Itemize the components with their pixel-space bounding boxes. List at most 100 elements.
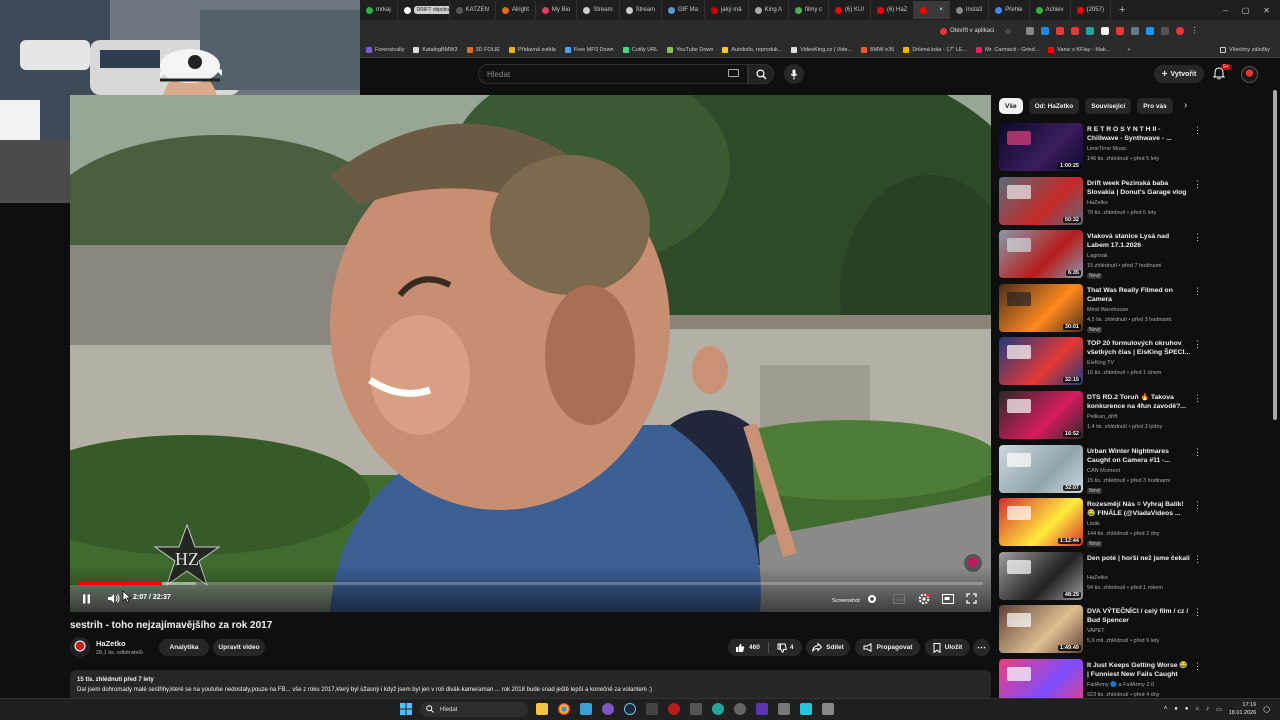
progress-bar[interactable] <box>78 582 983 585</box>
page-scrollbar[interactable] <box>1272 60 1278 420</box>
browser-tab[interactable]: filmy c <box>789 1 829 19</box>
recommendation-channel[interactable]: Pelikan_drift <box>1087 414 1117 420</box>
share-button[interactable]: Sdílet <box>806 639 850 656</box>
volume-icon[interactable] <box>107 593 120 604</box>
extension-icon[interactable] <box>1040 27 1049 35</box>
more-vertical-icon[interactable]: ⋮ <box>1193 125 1202 136</box>
channel-name[interactable]: HaZetko <box>96 639 126 648</box>
video-thumbnail[interactable]: 30:01 <box>999 283 1083 332</box>
voice-search-button[interactable] <box>784 64 804 84</box>
recommendation-title[interactable]: DTS RD.2 Toruň 🔥 Takova konkurence na 4f… <box>1087 393 1191 411</box>
bookmark-item[interactable]: 3D FOLIE <box>466 46 500 53</box>
bookmark-item[interactable]: BMW e36 <box>861 46 894 53</box>
video-thumbnail[interactable]: 1:49:49 <box>999 605 1083 654</box>
app-icon[interactable] <box>580 703 592 715</box>
extension-icon[interactable] <box>1115 27 1124 35</box>
recommendation-title[interactable]: Urban Winter Nightmares Caught on Camera… <box>1087 447 1191 465</box>
star-icon[interactable]: ☆ <box>1004 27 1011 36</box>
browser-tab[interactable]: Stream <box>577 1 620 19</box>
browser-tab[interactable]: (2057) <box>1071 1 1111 19</box>
more-vertical-icon[interactable]: ⋮ <box>1193 554 1202 565</box>
recommendation-title[interactable]: Den poté | horší než jsme čekali <box>1087 554 1191 563</box>
bookmark-item[interactable]: KatalogBMW3 <box>413 46 458 53</box>
extension-icon[interactable] <box>1085 27 1094 35</box>
recommendation-item[interactable]: 1:00:25 R E T R O S Y N T H II - Chillwav… <box>999 123 1269 173</box>
bookmark-item[interactable]: YouTube Down <box>667 46 713 53</box>
extension-icon[interactable] <box>1025 27 1034 35</box>
search-input[interactable]: Hledat <box>478 64 748 84</box>
video-thumbnail[interactable]: 1:00:25 <box>999 123 1083 171</box>
recommendation-item[interactable]: 6:35 Vlaková stanice Lysá nad Labem 17.1.… <box>999 230 1269 280</box>
minimize-icon[interactable]: – <box>1223 6 1227 15</box>
recommendation-channel[interactable]: Lisák <box>1087 521 1100 527</box>
app-icon[interactable] <box>712 703 724 715</box>
more-vertical-icon[interactable]: ⋮ <box>1193 500 1202 511</box>
browser-tab[interactable]: GIF Ma <box>662 1 705 19</box>
recommendation-channel[interactable]: VAPET <box>1087 628 1105 634</box>
more-vertical-icon[interactable]: ⋮ <box>1193 179 1202 190</box>
search-button[interactable] <box>748 64 774 84</box>
recommendation-item[interactable]: 1:12:44 Rozesmějí Nás = Vyhraj Balík! 😂 F… <box>999 498 1269 548</box>
like-button[interactable]: 460 <box>735 643 760 653</box>
video-thumbnail[interactable]: 6:35 <box>999 230 1083 279</box>
notifications-icon[interactable]: ◯ <box>1263 706 1270 713</box>
browser-tab[interactable]: mrkaj <box>360 1 398 19</box>
extension-icon[interactable] <box>1160 27 1169 35</box>
video-player[interactable]: HZ 2:07 / 22:37 Screenshot <box>70 95 991 612</box>
analytics-button[interactable]: Analytika <box>159 639 209 656</box>
browser-tab[interactable]: Insta3 <box>950 1 990 19</box>
video-thumbnail[interactable]: 32:15 <box>999 337 1083 386</box>
filter-chip[interactable]: Pro vás <box>1137 98 1173 114</box>
recommendation-title[interactable]: That Was Really Filmed on Camera <box>1087 286 1191 304</box>
chevron-right-icon[interactable]: › <box>1184 100 1187 111</box>
app-icon[interactable] <box>668 703 680 715</box>
battery-icon[interactable]: ▭ <box>1216 706 1222 713</box>
recommendation-channel[interactable]: CAN Moment <box>1087 468 1120 474</box>
more-vertical-icon[interactable]: ⋮ <box>1193 232 1202 243</box>
open-in-app-button[interactable]: Otevřít v aplikaci <box>940 27 994 35</box>
bookmark-item[interactable]: VideoKing.cz | Vide... <box>791 46 852 53</box>
save-button[interactable]: Uložit <box>925 639 970 656</box>
browser-tab[interactable]: Alright <box>496 1 536 19</box>
extension-icon[interactable] <box>1070 27 1079 35</box>
bookmarks-overflow-icon[interactable]: » <box>1127 47 1130 53</box>
recommendation-item[interactable]: 30:01 That Was Really Filmed on Camera Min… <box>999 283 1269 334</box>
bookmark-item[interactable]: Drilená kola - 17" LE... <box>903 46 967 53</box>
filter-chip[interactable]: Vše <box>999 98 1023 114</box>
filter-chip[interactable]: Související <box>1085 98 1132 114</box>
close-window-icon[interactable]: ✕ <box>1263 6 1270 15</box>
app-icon[interactable] <box>734 703 746 715</box>
recommendation-channel[interactable]: HaZetko <box>1087 200 1108 206</box>
browser-tab[interactable]: jaký má <box>705 1 749 19</box>
browser-tab[interactable]: My Bio <box>536 1 578 19</box>
browser-tab[interactable]: × <box>914 1 950 19</box>
bookmark-item[interactable]: Autokolo, reproduk... <box>722 46 782 53</box>
recommendation-title[interactable]: Rozesmějí Nás = Vyhraj Balík! 😂 FINÁLE (… <box>1087 500 1191 518</box>
chevron-up-icon[interactable]: ˄ <box>1164 706 1168 712</box>
miniplayer-icon[interactable] <box>942 594 954 604</box>
filter-chip[interactable]: Od: HaZetko <box>1028 98 1080 114</box>
close-tab-icon[interactable]: × <box>939 7 943 13</box>
app-icon[interactable] <box>778 703 790 715</box>
recommendation-item[interactable]: 32:15 TOP 20 formulových okruhov všetkých… <box>999 337 1269 387</box>
browser-tab[interactable]: Stream <box>620 1 662 19</box>
new-tab-button[interactable]: + <box>1111 4 1133 16</box>
recommendation-item[interactable]: 16:52 DTS RD.2 Toruň 🔥 Takova konkurence … <box>999 391 1269 441</box>
edit-video-button[interactable]: Upravit video <box>213 639 265 656</box>
steam-icon[interactable] <box>624 703 636 715</box>
recommendation-channel[interactable]: Lagrisak <box>1087 253 1108 259</box>
browser-tab[interactable]: KATZEN <box>450 1 496 19</box>
more-actions-button[interactable]: ⋯ <box>973 639 990 656</box>
browser-tab[interactable]: (6) KUI <box>829 1 872 19</box>
bookmark-item[interactable]: Cuttly URL <box>622 46 658 53</box>
recommendation-channel[interactable]: HaZetko <box>1087 575 1108 581</box>
profile-icon[interactable] <box>1175 27 1184 35</box>
more-vertical-icon[interactable]: ⋮ <box>1193 607 1202 618</box>
windows-start-icon[interactable] <box>400 703 412 715</box>
volume-icon[interactable]: ♪ <box>1206 706 1209 712</box>
bookmark-item[interactable]: Přídavná světla <box>508 46 556 53</box>
channel-avatar[interactable] <box>70 637 90 657</box>
recommendation-channel[interactable]: FailArmy 🔵 a FailArmy 2.0 <box>1087 682 1154 688</box>
app-icon[interactable] <box>690 703 702 715</box>
recommendation-title[interactable]: TOP 20 formulových okruhov všetkých čias… <box>1087 339 1191 357</box>
